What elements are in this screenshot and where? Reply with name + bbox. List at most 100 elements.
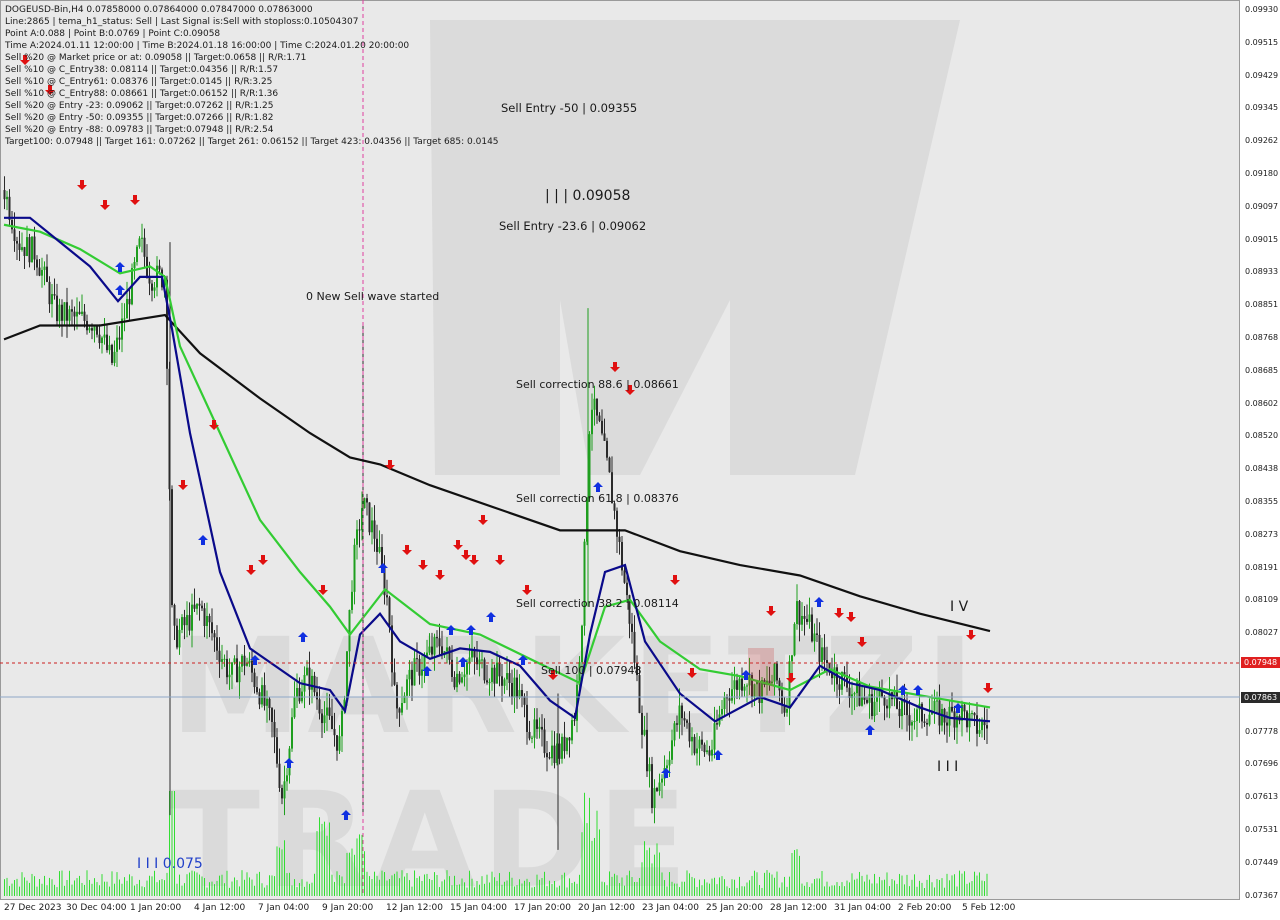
candle-body <box>681 705 683 719</box>
volume-bar <box>36 886 38 896</box>
volume-bar <box>394 873 395 896</box>
candle-body <box>946 722 948 726</box>
candle-body <box>781 690 783 705</box>
sell-arrow <box>385 460 395 470</box>
candle-body <box>543 729 546 754</box>
volume-bar <box>229 887 230 896</box>
volume-bar <box>469 870 470 896</box>
candle-body <box>11 219 13 230</box>
price-tick: 0.08273 <box>1245 529 1279 539</box>
sell-arrow <box>402 545 412 555</box>
candle-body <box>551 745 553 759</box>
candle-body <box>661 778 663 783</box>
candle-body <box>811 614 813 642</box>
volume-bar <box>19 886 20 896</box>
candle-body <box>706 750 708 753</box>
volume-bar <box>366 871 368 896</box>
volume-bar <box>76 878 78 896</box>
volume-bar <box>304 886 305 896</box>
volume-bar <box>409 880 410 896</box>
volume-bar <box>944 887 945 896</box>
sell-arrow <box>435 570 445 580</box>
volume-bar <box>444 879 445 896</box>
candle-body <box>83 311 86 321</box>
candle-body <box>196 603 198 609</box>
candle-body <box>886 705 888 709</box>
volume-bar <box>146 880 148 896</box>
volume-bar <box>296 887 298 896</box>
candle-body <box>158 265 161 270</box>
candle-body <box>198 603 201 606</box>
candle-body <box>506 673 508 680</box>
sell-arrow <box>453 540 463 550</box>
volume-bar <box>471 878 473 896</box>
candle-body <box>128 298 131 305</box>
volume-bar <box>59 871 60 896</box>
candle-body <box>481 659 483 661</box>
time-tick: 25 Jan 20:00 <box>706 903 763 913</box>
price-tick: 0.09097 <box>1245 201 1279 211</box>
volume-bar <box>799 855 800 896</box>
candle-body <box>56 295 58 322</box>
volume-bar <box>101 874 103 896</box>
volume-bar <box>461 878 463 896</box>
volume-bar <box>474 887 475 896</box>
volume-bar <box>189 872 190 896</box>
candle-body <box>616 510 618 537</box>
candle-body <box>26 237 28 256</box>
volume-bar <box>549 880 550 896</box>
volume-bar <box>664 880 665 896</box>
volume-bar <box>139 879 140 896</box>
price-tick: 0.08685 <box>1245 365 1279 375</box>
candle-body <box>428 646 431 653</box>
volume-bar <box>386 880 388 896</box>
volume-bar <box>864 881 865 896</box>
candle-body <box>581 625 583 663</box>
candle-body <box>33 236 36 260</box>
volume-bar <box>576 883 578 896</box>
candle-body <box>641 712 643 735</box>
volume-bar <box>956 886 958 896</box>
volume-bar <box>674 883 675 896</box>
volume-bar <box>874 873 875 896</box>
volume-bar <box>236 880 238 896</box>
candle-body <box>91 328 93 331</box>
volume-bar <box>739 876 740 896</box>
candle-body <box>791 655 793 662</box>
volume-bar <box>729 887 730 896</box>
volume-bar <box>879 876 880 896</box>
candle-body <box>206 615 208 626</box>
volume-bar <box>196 872 198 896</box>
candle-body <box>743 686 746 691</box>
candle-body <box>101 337 103 344</box>
candle-body <box>678 705 681 725</box>
volume-bar <box>529 882 530 896</box>
time-tick: 31 Jan 04:00 <box>834 903 891 913</box>
candle-body <box>728 698 731 701</box>
candle-body <box>486 680 488 683</box>
candle-body <box>461 677 463 683</box>
volume-bar <box>24 877 25 896</box>
volume-bar <box>116 872 118 896</box>
volume-bar <box>779 887 780 896</box>
candle-body <box>113 351 116 363</box>
sell-arrow <box>469 555 479 565</box>
candle-body <box>178 629 181 648</box>
sell-arrow <box>687 668 697 678</box>
candle-body <box>866 699 868 703</box>
volume-bar <box>4 879 5 896</box>
volume-bar <box>256 873 258 896</box>
candle-body <box>483 659 486 681</box>
volume-bar <box>894 880 895 896</box>
volume-bar <box>351 848 353 896</box>
candle-body <box>516 677 518 698</box>
candle-body <box>373 520 376 539</box>
candle-body <box>473 650 476 658</box>
sell-arrow <box>857 637 867 647</box>
volume-bar <box>951 875 953 896</box>
volume-bar <box>119 879 120 896</box>
candle-body <box>451 659 453 677</box>
buy-arrow <box>593 482 603 492</box>
candle-body <box>523 696 526 705</box>
volume-bar <box>51 879 53 896</box>
